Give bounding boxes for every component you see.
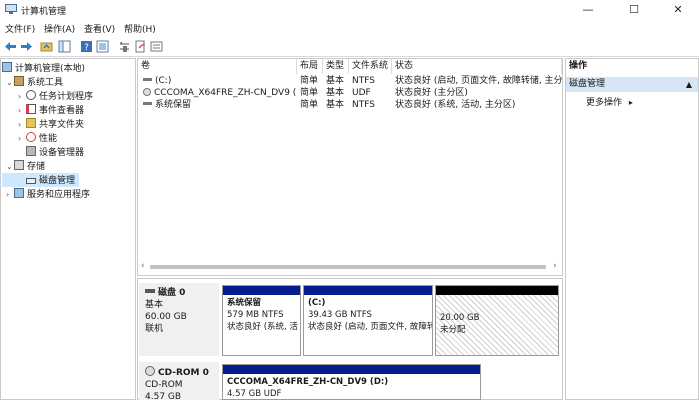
scroll-thumb[interactable] — [150, 265, 546, 269]
computer-management-icon — [5, 4, 17, 14]
table-row[interactable]: (C:) 简单 基本 NTFS 状态良好 (启动, 页面文件, 故障转储, 主分… — [138, 75, 562, 87]
close-button[interactable]: ✕ — [656, 0, 699, 20]
volume-icon — [143, 102, 152, 105]
column-volume[interactable]: 卷 — [138, 59, 297, 74]
actions-section-disk-management[interactable]: 磁盘管理 ▲ — [566, 77, 698, 92]
back-icon[interactable] — [4, 40, 17, 53]
up-folder-icon[interactable] — [40, 40, 53, 53]
cd-icon — [143, 88, 151, 96]
detail-view-icon[interactable] — [150, 40, 163, 53]
column-status[interactable]: 状态 — [392, 59, 562, 74]
partition-system-reserved[interactable]: 系统保留 579 MB NTFS 状态良好 (系统, 活 — [222, 285, 301, 356]
device-manager-icon — [26, 146, 36, 156]
help-icon[interactable]: ? — [80, 40, 93, 53]
menu-help[interactable]: 帮助(H) — [124, 22, 156, 35]
tree-list: 计算机管理(本地) ⌄ 系统工具 › 任务计划程序 › 事件查看器 › 共享文件夹 › 性… — [2, 61, 135, 201]
export-icon[interactable] — [134, 40, 147, 53]
window-title: 计算机管理 — [21, 7, 67, 17]
maximize-button[interactable]: ☐ — [612, 0, 656, 20]
event-log-icon — [26, 104, 36, 114]
clock-icon — [26, 90, 36, 100]
tools-icon — [14, 76, 24, 86]
disk0-kind: 基本 — [145, 300, 164, 310]
menu-file[interactable]: 文件(F) — [5, 22, 35, 35]
tree-item-shared-folders[interactable]: › 共享文件夹 — [2, 117, 135, 131]
chevron-right-icon[interactable]: › — [18, 134, 26, 143]
disk0-name: 磁盘 0 — [158, 288, 186, 298]
performance-icon — [26, 132, 36, 142]
disk-icon — [145, 289, 155, 293]
table-row[interactable]: 系统保留 简单 基本 NTFS 状态良好 (系统, 活动, 主分区) — [138, 99, 562, 111]
actions-pane — [565, 58, 699, 400]
chevron-down-icon[interactable]: ⌄ — [6, 162, 14, 171]
more-actions-link[interactable]: 更多操作 ▸ — [586, 95, 633, 108]
storage-icon — [14, 160, 24, 170]
cd-icon — [145, 366, 155, 376]
cdrom0-name: CD-ROM 0 — [158, 368, 209, 378]
console-tree-icon[interactable] — [58, 40, 71, 53]
shared-folder-icon — [26, 118, 36, 128]
tree-item-services-apps[interactable]: › 服务和应用程序 — [2, 187, 135, 201]
cdrom0-size: 4.57 GB — [145, 392, 182, 400]
actions-header: 操作 — [569, 61, 588, 71]
services-icon — [14, 188, 24, 198]
partition-d[interactable]: CCCOMA_X64FRE_ZH-CN_DV9 (D:) 4.57 GB UDF — [222, 364, 481, 400]
refresh-icon[interactable] — [118, 40, 131, 53]
partition-unallocated[interactable]: 20.00 GB 未分配 — [435, 285, 559, 356]
disk0-label[interactable]: 磁盘 0 基本 60.00 GB 联机 — [139, 283, 219, 356]
disk-icon — [26, 178, 36, 184]
chevron-right-icon[interactable]: › — [18, 106, 26, 115]
column-filesystem[interactable]: 文件系统 — [349, 59, 392, 74]
properties-icon[interactable] — [96, 40, 109, 53]
volume-rows: (C:) 简单 基本 NTFS 状态良好 (启动, 页面文件, 故障转储, 主分… — [138, 75, 562, 111]
computer-icon — [2, 62, 12, 72]
cdrom0-kind: CD-ROM — [145, 380, 183, 390]
collapse-up-icon[interactable]: ▲ — [686, 77, 692, 92]
chevron-right-icon[interactable]: › — [18, 92, 26, 101]
volume-icon — [143, 78, 152, 81]
menu-action[interactable]: 操作(A) — [44, 22, 75, 35]
cdrom0-label[interactable]: CD-ROM 0 CD-ROM 4.57 GB — [139, 362, 219, 400]
tree-item-task-scheduler[interactable]: › 任务计划程序 — [2, 89, 135, 103]
tree-item-storage[interactable]: ⌄ 存储 — [2, 159, 135, 173]
tree-item-event-viewer[interactable]: › 事件查看器 — [2, 103, 135, 117]
tree-item-performance[interactable]: › 性能 — [2, 131, 135, 145]
tree-item-device-manager[interactable]: 设备管理器 — [2, 145, 135, 159]
chevron-down-icon[interactable]: ⌄ — [6, 78, 14, 87]
svg-text:?: ? — [84, 43, 89, 53]
disk0-state: 联机 — [145, 324, 164, 334]
scroll-left-icon[interactable]: ‹ — [141, 261, 145, 271]
menu-view[interactable]: 查看(V) — [84, 22, 115, 35]
table-row[interactable]: CCCOMA_X64FRE_ZH-CN_DV9 (D:) 简单 基本 UDF 状… — [138, 87, 562, 99]
column-layout[interactable]: 布局 — [297, 59, 323, 74]
forward-icon[interactable] — [20, 40, 33, 53]
chevron-right-icon: ▸ — [628, 98, 633, 107]
tree-item-system-tools[interactable]: ⌄ 系统工具 — [2, 75, 135, 89]
column-type[interactable]: 类型 — [323, 59, 349, 74]
partition-c[interactable]: (C:) 39.43 GB NTFS 状态良好 (启动, 页面文件, 故障转 — [303, 285, 433, 356]
chevron-right-icon[interactable]: › — [6, 190, 14, 199]
tree-item-root[interactable]: 计算机管理(本地) — [2, 61, 135, 75]
chevron-right-icon[interactable]: › — [18, 120, 26, 129]
minimize-button[interactable]: — — [566, 0, 610, 20]
tree-item-disk-management[interactable]: 磁盘管理 — [2, 173, 79, 187]
scroll-right-icon[interactable]: › — [553, 261, 557, 271]
disk0-size: 60.00 GB — [145, 312, 187, 322]
